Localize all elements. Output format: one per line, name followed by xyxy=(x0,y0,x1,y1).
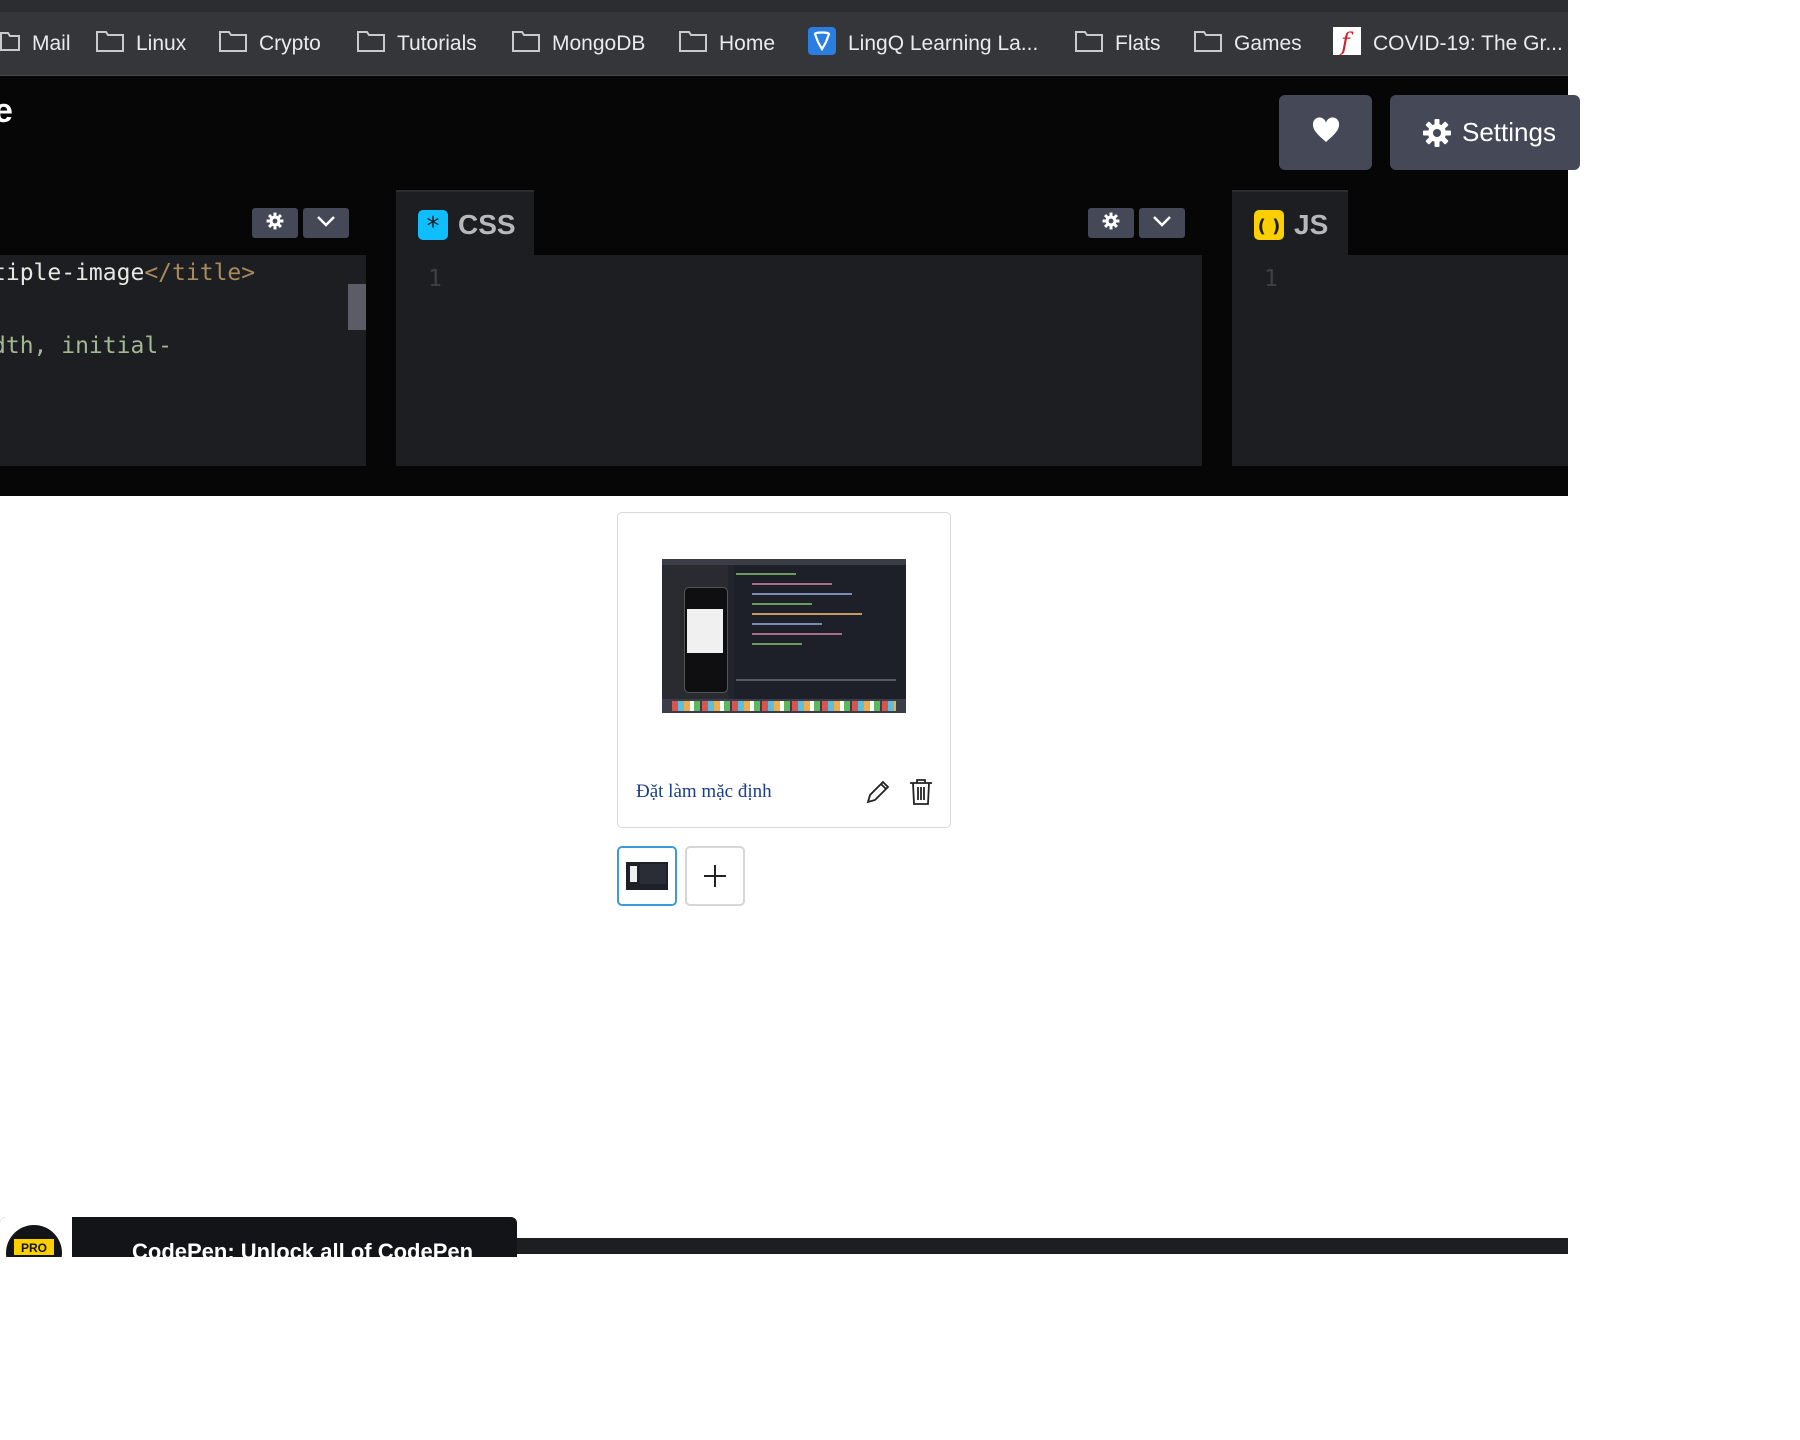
svg-text:( ): ( ) xyxy=(1258,216,1281,237)
bookmark-label: COVID-19: The Gr... xyxy=(1373,31,1563,55)
js-editor[interactable]: ( ) JS 1 xyxy=(1232,188,1568,466)
bookmark-games[interactable]: Games xyxy=(1194,12,1302,75)
plus-icon xyxy=(701,862,729,895)
html-scrollbar[interactable] xyxy=(348,284,366,330)
pro-badge-text: PRO xyxy=(14,1239,54,1255)
set-default-link[interactable]: Đặt làm mặc định xyxy=(636,781,772,803)
settings-button[interactable]: Settings xyxy=(1390,95,1580,170)
bookmark-label: Linux xyxy=(136,31,187,55)
bookmark-label: Games xyxy=(1234,31,1302,55)
bookmark-lingq[interactable]: LingQ Learning La... xyxy=(808,12,1038,75)
bookmark-label: Mail xyxy=(32,31,71,55)
editor-panels: tiple-image</title> dth, initial- * CSS … xyxy=(0,188,1568,468)
edit-button[interactable] xyxy=(864,778,892,811)
tab-js[interactable]: ( ) JS xyxy=(1232,190,1348,257)
code-tag: </title> xyxy=(144,260,256,286)
image-card: Đặt làm mặc định xyxy=(617,512,951,828)
folder-icon xyxy=(0,30,32,58)
screenshot-image[interactable] xyxy=(662,559,906,713)
html-settings-button[interactable] xyxy=(252,208,298,238)
heart-icon xyxy=(1312,117,1340,148)
pro-badge-icon: PRO xyxy=(6,1225,62,1257)
trash-icon xyxy=(908,779,934,810)
bookmark-label: Tutorials xyxy=(397,31,477,55)
folder-icon xyxy=(512,30,552,58)
thumbnail-1[interactable] xyxy=(617,846,677,906)
html-code-line-1: tiple-image</title> xyxy=(0,260,255,286)
resize-handle[interactable] xyxy=(366,188,396,468)
bookmark-label: Home xyxy=(719,31,776,55)
folder-icon xyxy=(1194,30,1234,58)
css-settings-button[interactable] xyxy=(1088,208,1134,238)
line-number: 1 xyxy=(1264,266,1278,292)
tab-label: CSS xyxy=(458,208,516,240)
bookmark-linux[interactable]: Linux xyxy=(96,12,186,75)
bookmark-home[interactable]: Home xyxy=(679,12,775,75)
css-collapse-button[interactable] xyxy=(1139,208,1185,238)
promo-badge-area: PRO xyxy=(0,1217,72,1257)
html-code-line-2: dth, initial- xyxy=(0,333,172,359)
bookmark-crypto[interactable]: Crypto xyxy=(219,12,321,75)
folder-icon xyxy=(219,30,259,58)
html-collapse-button[interactable] xyxy=(303,208,349,238)
preview-resize-bar[interactable] xyxy=(0,468,1568,496)
folder-icon xyxy=(679,30,719,58)
ft-icon: f xyxy=(1333,26,1373,61)
resize-handle[interactable] xyxy=(1202,188,1232,468)
pencil-icon xyxy=(864,780,892,810)
bookmark-covid[interactable]: f COVID-19: The Gr... xyxy=(1333,12,1563,75)
add-image-button[interactable] xyxy=(685,846,745,906)
bookmarks-bar: Mail Linux Crypto Tutorials MongoDB Home… xyxy=(0,12,1568,76)
code-text: tiple-image xyxy=(0,260,145,286)
bookmark-flats[interactable]: Flats xyxy=(1075,12,1161,75)
css-editor[interactable]: * CSS 1 xyxy=(396,188,1202,466)
window-top-strip xyxy=(0,0,1568,12)
bookmark-mongodb[interactable]: MongoDB xyxy=(512,12,645,75)
code-attr-value: dth, initial- xyxy=(0,333,173,359)
line-number: 1 xyxy=(428,266,442,292)
tab-css[interactable]: * CSS xyxy=(396,190,534,257)
folder-icon xyxy=(1075,30,1115,58)
html-editor[interactable]: tiple-image</title> dth, initial- xyxy=(0,188,366,466)
gear-icon xyxy=(1422,118,1452,148)
bookmark-tutorials[interactable]: Tutorials xyxy=(357,12,477,75)
svg-text:*: * xyxy=(427,212,440,240)
css-icon: * xyxy=(418,209,448,240)
lingq-icon xyxy=(808,26,848,61)
gear-icon xyxy=(1102,212,1120,235)
folder-icon xyxy=(96,30,136,58)
bookmark-label: LingQ Learning La... xyxy=(848,31,1039,55)
folder-icon xyxy=(357,30,397,58)
bookmark-mail[interactable]: Mail xyxy=(0,12,71,75)
love-button[interactable] xyxy=(1279,95,1372,170)
pen-title[interactable]: e xyxy=(0,92,13,131)
chevron-down-icon xyxy=(1152,214,1172,232)
delete-button[interactable] xyxy=(908,778,934,811)
settings-label: Settings xyxy=(1462,117,1556,147)
js-icon: ( ) xyxy=(1254,209,1284,240)
pro-promo-banner[interactable]: PRO CodePen: Unlock all of CodePen xyxy=(0,1217,517,1257)
tab-label: JS xyxy=(1294,208,1329,240)
bookmark-label: Crypto xyxy=(259,31,321,55)
bookmark-label: Flats xyxy=(1115,31,1161,55)
gear-icon xyxy=(266,212,284,235)
chevron-down-icon xyxy=(316,214,336,232)
bookmark-label: MongoDB xyxy=(552,31,646,55)
promo-text: CodePen: Unlock all of CodePen xyxy=(132,1239,474,1257)
